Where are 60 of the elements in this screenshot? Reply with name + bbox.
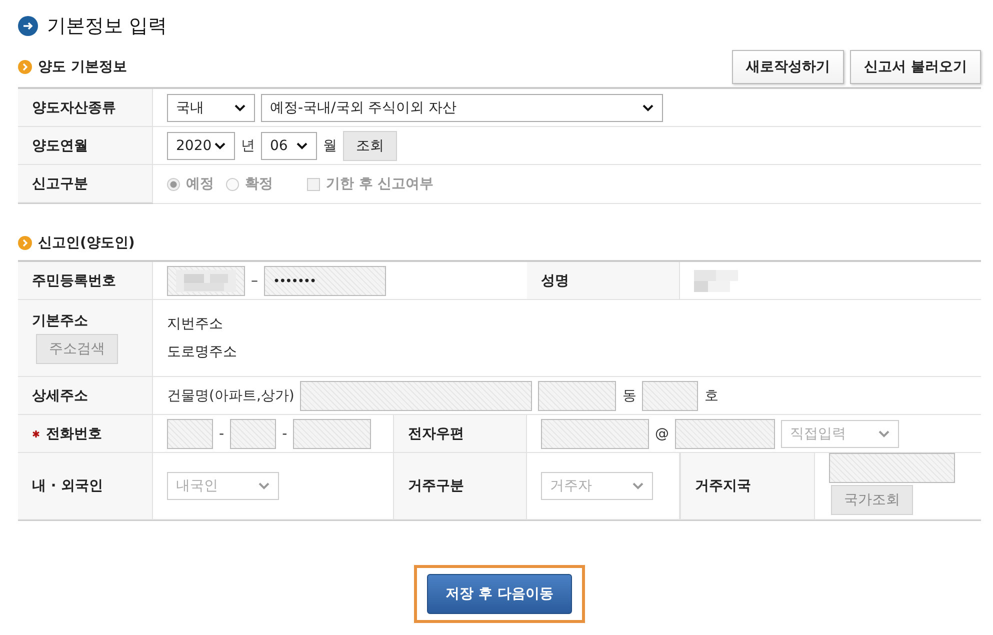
caret-icon [258, 482, 270, 490]
resident-number-field[interactable]: ••••••• [264, 266, 386, 296]
building-name-label: 건물명(아파트,상가) [167, 386, 294, 404]
month-select[interactable]: 06 [261, 132, 317, 160]
field-label: 상세주소 [18, 377, 153, 415]
redacted-mark [694, 270, 738, 292]
unit-label: 호 [704, 386, 718, 404]
region-select[interactable]: 국내 [167, 94, 255, 122]
ho-field[interactable] [642, 380, 698, 410]
section-title: 신고인(양도인) [38, 234, 135, 252]
year-select[interactable]: 2020 [167, 132, 235, 160]
email-id-field[interactable] [541, 418, 649, 448]
field-label: 양도연월 [18, 127, 153, 165]
separator-text: - [282, 426, 288, 442]
field-label: 기본주소 [32, 312, 88, 330]
field-label: 신고구분 [18, 165, 153, 203]
save-next-button[interactable]: 저장 후 다음이동 [426, 574, 572, 614]
caret-icon [642, 104, 654, 112]
caret-icon [214, 142, 226, 150]
field-label: 성명 [527, 262, 680, 300]
phone-field[interactable] [293, 418, 372, 448]
resident-number-field[interactable] [167, 266, 245, 296]
phone-field[interactable] [230, 418, 276, 448]
toolbar-button[interactable]: 새로작성하기 [732, 50, 844, 84]
phone-field[interactable] [167, 418, 213, 448]
road-address-text: 도로명주소 [167, 343, 237, 361]
separator-text: – [251, 272, 258, 288]
field-label: 내 · 외국인 [18, 453, 153, 520]
lookup-button[interactable]: 조회 [343, 130, 397, 160]
field-label: 거주구분 [393, 453, 527, 520]
lot-address-text: 지번주소 [167, 315, 223, 333]
field-label: 양도자산종류 [18, 89, 153, 127]
building-name-field[interactable] [300, 380, 532, 410]
email-domain-field[interactable] [675, 418, 775, 448]
field-label: 거주지국 [680, 453, 815, 520]
unit-label: 월 [323, 136, 337, 154]
bullet-icon [18, 236, 32, 250]
caret-icon [234, 104, 246, 112]
field-label: 전화번호 [46, 424, 102, 442]
bullet-icon [18, 60, 32, 74]
country-field[interactable] [829, 453, 955, 483]
unit-label: 년 [241, 136, 255, 154]
field-label: 주민등록번호 [18, 262, 153, 300]
field-label: 전자우편 [393, 415, 527, 453]
asset-type-select[interactable]: 예정-국내/국외 주식이외 자산 [261, 94, 663, 122]
radio-label: 예정 [186, 175, 214, 193]
page-title: 기본정보 입력 [47, 14, 168, 39]
radio-label: 확정 [245, 175, 273, 193]
redacted-mark [176, 270, 236, 292]
arrow-circle-icon [18, 16, 38, 36]
section-title: 양도 기본정보 [38, 58, 127, 76]
caret-icon [878, 430, 890, 438]
checkbox-label: 기한 후 신고여부 [326, 175, 434, 193]
caret-icon [632, 482, 644, 490]
caret-icon [296, 142, 308, 150]
separator-text: - [219, 426, 224, 442]
unit-label: 동 [622, 386, 636, 404]
dong-field[interactable] [538, 380, 616, 410]
toolbar-button[interactable]: 신고서 불러오기 [850, 50, 981, 84]
at-sign-text: @ [655, 426, 669, 442]
